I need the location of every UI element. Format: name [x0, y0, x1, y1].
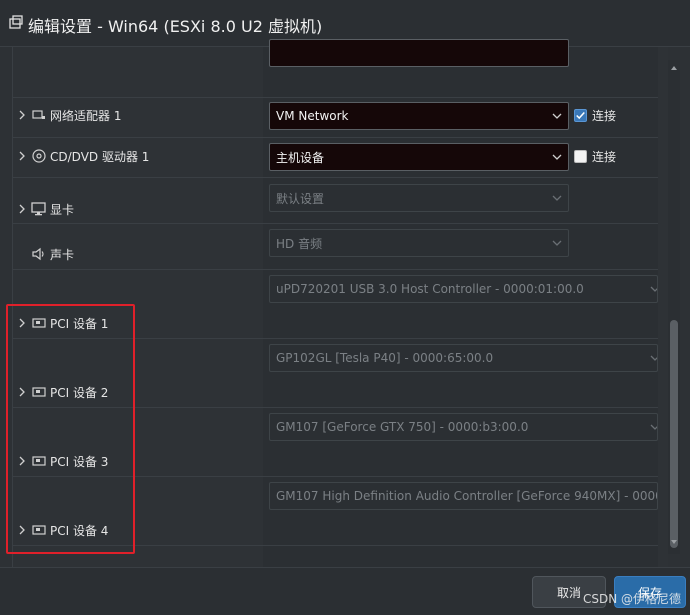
- select-value: GP102GL [Tesla P40] - 0000:65:00.0: [276, 351, 494, 365]
- select-value: uPD720201 USB 3.0 Host Controller - 0000…: [276, 282, 584, 296]
- video-card-select[interactable]: 默认设置: [269, 184, 569, 212]
- network-connect-checkbox[interactable]: [574, 109, 587, 122]
- select-value: GM107 High Definition Audio Controller […: [276, 489, 657, 503]
- row-divider: [13, 97, 658, 98]
- chevron-down-icon: [650, 286, 657, 292]
- chevron-right-icon[interactable]: [17, 151, 27, 161]
- device-row-video-card[interactable]: 显卡: [13, 199, 263, 219]
- sound-card-select[interactable]: HD 音频: [269, 229, 569, 257]
- chevron-down-icon: [552, 113, 562, 119]
- device-label: 显卡: [50, 202, 75, 217]
- watermark-text: CSDN @伊格尼德: [583, 592, 682, 606]
- row-divider: [13, 177, 658, 178]
- device-label: 网络适配器 1: [50, 108, 122, 123]
- select-value: HD 音频: [276, 236, 323, 251]
- device-row-cd-dvd[interactable]: CD/DVD 驱动器 1: [13, 146, 263, 166]
- select-value: 默认设置: [276, 191, 325, 206]
- scroll-up-arrow-icon[interactable]: [670, 64, 678, 72]
- dialog-title: 编辑设置 - Win64 (ESXi 8.0 U2 虚拟机): [28, 17, 323, 36]
- vm-settings-icon: [9, 15, 23, 29]
- chevron-right-icon[interactable]: [17, 204, 27, 214]
- device-label: CD/DVD 驱动器 1: [50, 149, 150, 164]
- previous-row-select[interactable]: [269, 39, 569, 67]
- cd-dvd-connect-label: 连接: [592, 150, 617, 164]
- chevron-down-icon: [552, 154, 562, 160]
- row-divider: [13, 223, 658, 224]
- pci-2-select[interactable]: GP102GL [Tesla P40] - 0000:65:00.0: [269, 344, 658, 372]
- checkmark-icon: [576, 112, 585, 120]
- cd-dvd-select[interactable]: 主机设备: [269, 143, 569, 171]
- pci-4-select[interactable]: GM107 High Definition Audio Controller […: [269, 482, 658, 510]
- cd-dvd-icon: [32, 149, 46, 163]
- pci-1-select[interactable]: uPD720201 USB 3.0 Host Controller - 0000…: [269, 275, 658, 303]
- device-row-network-adapter[interactable]: 网络适配器 1: [13, 105, 263, 125]
- select-value: GM107 [GeForce GTX 750] - 0000:b3:00.0: [276, 420, 529, 434]
- network-select[interactable]: VM Network: [269, 102, 569, 130]
- monitor-icon: [31, 202, 46, 216]
- network-connect-label: 连接: [592, 109, 617, 123]
- chevron-down-icon: [650, 355, 657, 361]
- chevron-down-icon: [650, 424, 657, 430]
- cd-dvd-connect-checkbox[interactable]: [574, 150, 587, 163]
- chevron-right-icon[interactable]: [17, 110, 27, 120]
- device-row-sound-card: 声卡: [13, 244, 263, 264]
- select-value: VM Network: [276, 109, 349, 123]
- row-divider: [13, 269, 658, 270]
- row-divider: [13, 137, 658, 138]
- speaker-icon: [32, 247, 44, 261]
- scrollbar-thumb[interactable]: [670, 320, 678, 548]
- scroll-down-arrow-icon[interactable]: [670, 538, 678, 546]
- chevron-down-icon: [552, 195, 562, 201]
- pci-3-select[interactable]: GM107 [GeForce GTX 750] - 0000:b3:00.0: [269, 413, 658, 441]
- network-adapter-icon: [32, 110, 45, 119]
- select-value: 主机设备: [276, 150, 325, 165]
- chevron-down-icon: [552, 240, 562, 246]
- highlight-annotation-box: [6, 304, 135, 554]
- device-label: 声卡: [50, 247, 75, 262]
